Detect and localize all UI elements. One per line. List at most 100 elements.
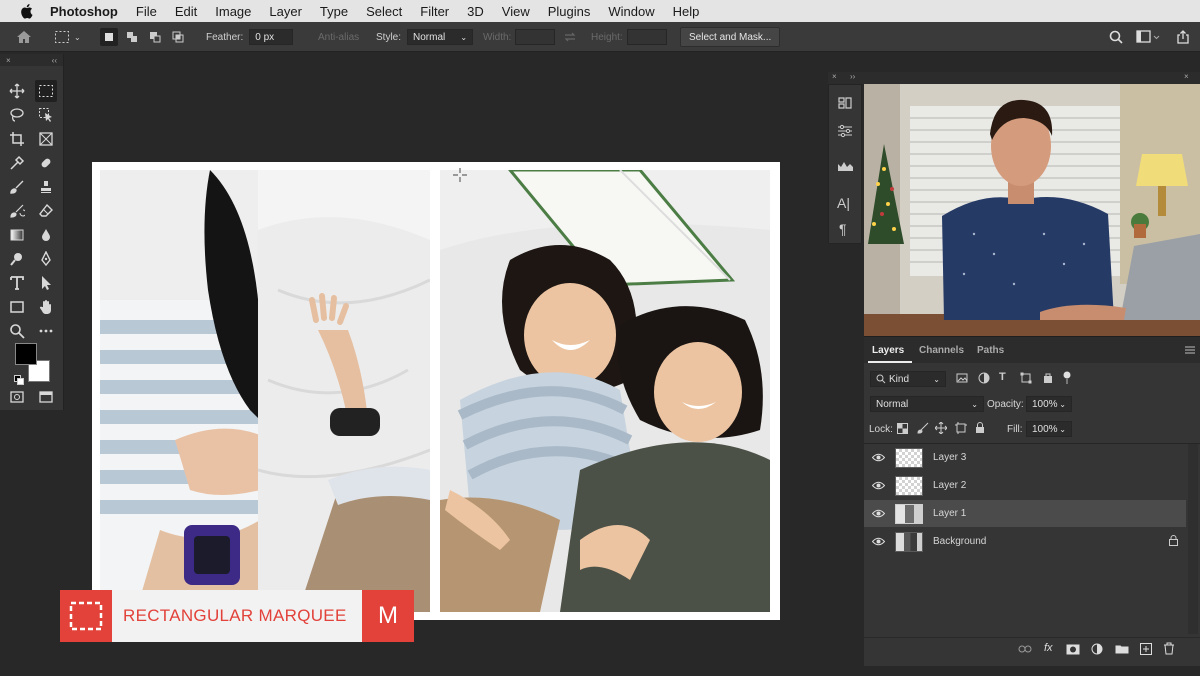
quick-mask-icon[interactable] [6,386,28,408]
gradient-tool-icon[interactable] [6,224,28,246]
close-icon[interactable]: × [6,56,11,65]
link-layers-icon[interactable] [1018,644,1032,657]
intersect-selection-icon[interactable] [169,28,187,46]
layer-name[interactable]: Layer 1 [933,508,966,519]
history-panel-icon[interactable] [837,95,853,116]
tab-layers[interactable]: Layers [872,345,904,356]
filter-shape-icon[interactable] [1020,372,1032,387]
new-selection-icon[interactable] [100,28,118,46]
zoom-tool-icon[interactable] [6,320,28,342]
menu-view[interactable]: View [502,4,530,19]
dodge-tool-icon[interactable] [6,248,28,270]
character-panel-icon[interactable]: A| [837,195,850,211]
height-input[interactable] [626,29,667,45]
layer-name[interactable]: Layer 3 [933,452,966,463]
swap-width-height-icon[interactable] [563,22,577,52]
menu-3d[interactable]: 3D [467,4,484,19]
menu-plugins[interactable]: Plugins [548,4,591,19]
add-layer-mask-icon[interactable] [1066,644,1080,658]
menu-file[interactable]: File [136,4,157,19]
eyedropper-tool-icon[interactable] [6,152,28,174]
default-colors-icon[interactable] [14,372,24,385]
blur-tool-icon[interactable] [35,224,57,246]
document-canvas[interactable] [92,162,780,620]
libraries-panel-icon[interactable] [837,159,855,177]
delete-layer-trash-icon[interactable] [1163,642,1175,658]
filter-smart-object-icon[interactable] [1042,372,1054,387]
visibility-eye-icon[interactable] [864,481,892,490]
home-icon[interactable] [16,22,32,52]
layer-style-fx-icon[interactable]: fx [1044,642,1053,654]
layer-filter-select[interactable]: Kind ⌄ [870,371,946,387]
lasso-tool-icon[interactable] [6,104,28,126]
foreground-color-swatch[interactable] [15,343,37,365]
eraser-tool-icon[interactable] [35,200,57,222]
panel-menu-icon[interactable] [1184,345,1196,358]
add-to-selection-icon[interactable] [123,28,141,46]
share-icon[interactable] [1176,22,1190,52]
clone-stamp-tool-icon[interactable] [35,176,57,198]
new-adjustment-layer-icon[interactable] [1091,643,1103,658]
layer-name[interactable]: Layer 2 [933,480,966,491]
lock-image-pixels-icon[interactable] [917,422,929,437]
close-icon[interactable]: × [1184,72,1189,81]
menu-layer[interactable]: Layer [269,4,302,19]
frame-tool-icon[interactable] [35,128,57,150]
object-selection-tool-icon[interactable] [35,104,57,126]
lock-artboard-icon[interactable] [955,422,967,437]
lock-all-icon[interactable] [975,422,985,437]
search-icon[interactable] [1109,22,1123,52]
fill-input[interactable]: 100% ⌄ [1026,421,1072,437]
menu-edit[interactable]: Edit [175,4,197,19]
paragraph-panel-icon[interactable]: ¶ [839,221,847,237]
opacity-input[interactable]: 100% ⌄ [1026,396,1072,412]
lock-transparent-pixels-icon[interactable] [897,423,908,437]
new-group-folder-icon[interactable] [1115,643,1129,657]
layer-row-layer-3[interactable]: Layer 3 [864,444,1186,471]
style-select[interactable]: Normal ⌄ [407,29,474,45]
visibility-eye-icon[interactable] [864,537,892,546]
workspace-icon[interactable] [1136,22,1160,52]
apple-logo-icon[interactable] [18,2,36,20]
close-icon[interactable]: × [832,72,837,81]
tab-channels[interactable]: Channels [919,345,964,356]
hand-tool-icon[interactable] [35,296,57,318]
app-name-menu[interactable]: Photoshop [50,4,118,19]
visibility-eye-icon[interactable] [864,453,892,462]
lock-position-icon[interactable] [934,421,948,437]
new-layer-icon[interactable] [1140,643,1152,658]
history-brush-tool-icon[interactable] [6,200,28,222]
screen-mode-icon[interactable] [35,386,57,408]
layer-row-background[interactable]: Background [864,528,1186,555]
collapse-panel-icon[interactable]: ‹‹ [52,56,57,65]
filter-pixel-icon[interactable] [956,372,968,387]
more-tools-icon[interactable] [35,320,57,342]
visibility-eye-icon[interactable] [864,509,892,518]
menu-type[interactable]: Type [320,4,348,19]
layer-row-layer-2[interactable]: Layer 2 [864,472,1186,499]
rectangular-marquee-tool-icon[interactable] [35,80,57,102]
subtract-from-selection-icon[interactable] [146,28,164,46]
menu-filter[interactable]: Filter [420,4,449,19]
tool-preset-picker[interactable]: ⌄ [54,22,81,52]
crop-tool-icon[interactable] [6,128,28,150]
filter-toggle-icon[interactable] [1062,371,1072,388]
expand-panels-icon[interactable]: ›› [850,72,855,81]
antialias-checkbox-label[interactable]: Anti-alias [318,22,359,52]
menu-image[interactable]: Image [215,4,251,19]
pen-tool-icon[interactable] [35,248,57,270]
feather-input[interactable]: 0 px [249,29,294,45]
blend-mode-select[interactable]: Normal ⌄ [870,396,984,412]
select-and-mask-button[interactable]: Select and Mask... [680,27,781,47]
type-tool-icon[interactable] [6,272,28,294]
width-input[interactable] [515,29,556,45]
menu-help[interactable]: Help [673,4,700,19]
tab-paths[interactable]: Paths [977,345,1004,356]
layer-name[interactable]: Background [933,536,986,547]
brush-tool-icon[interactable] [6,176,28,198]
menu-window[interactable]: Window [608,4,654,19]
menu-select[interactable]: Select [366,4,402,19]
layers-scrollbar[interactable] [1188,444,1198,634]
spot-healing-brush-icon[interactable] [35,152,57,174]
path-selection-tool-icon[interactable] [35,272,57,294]
